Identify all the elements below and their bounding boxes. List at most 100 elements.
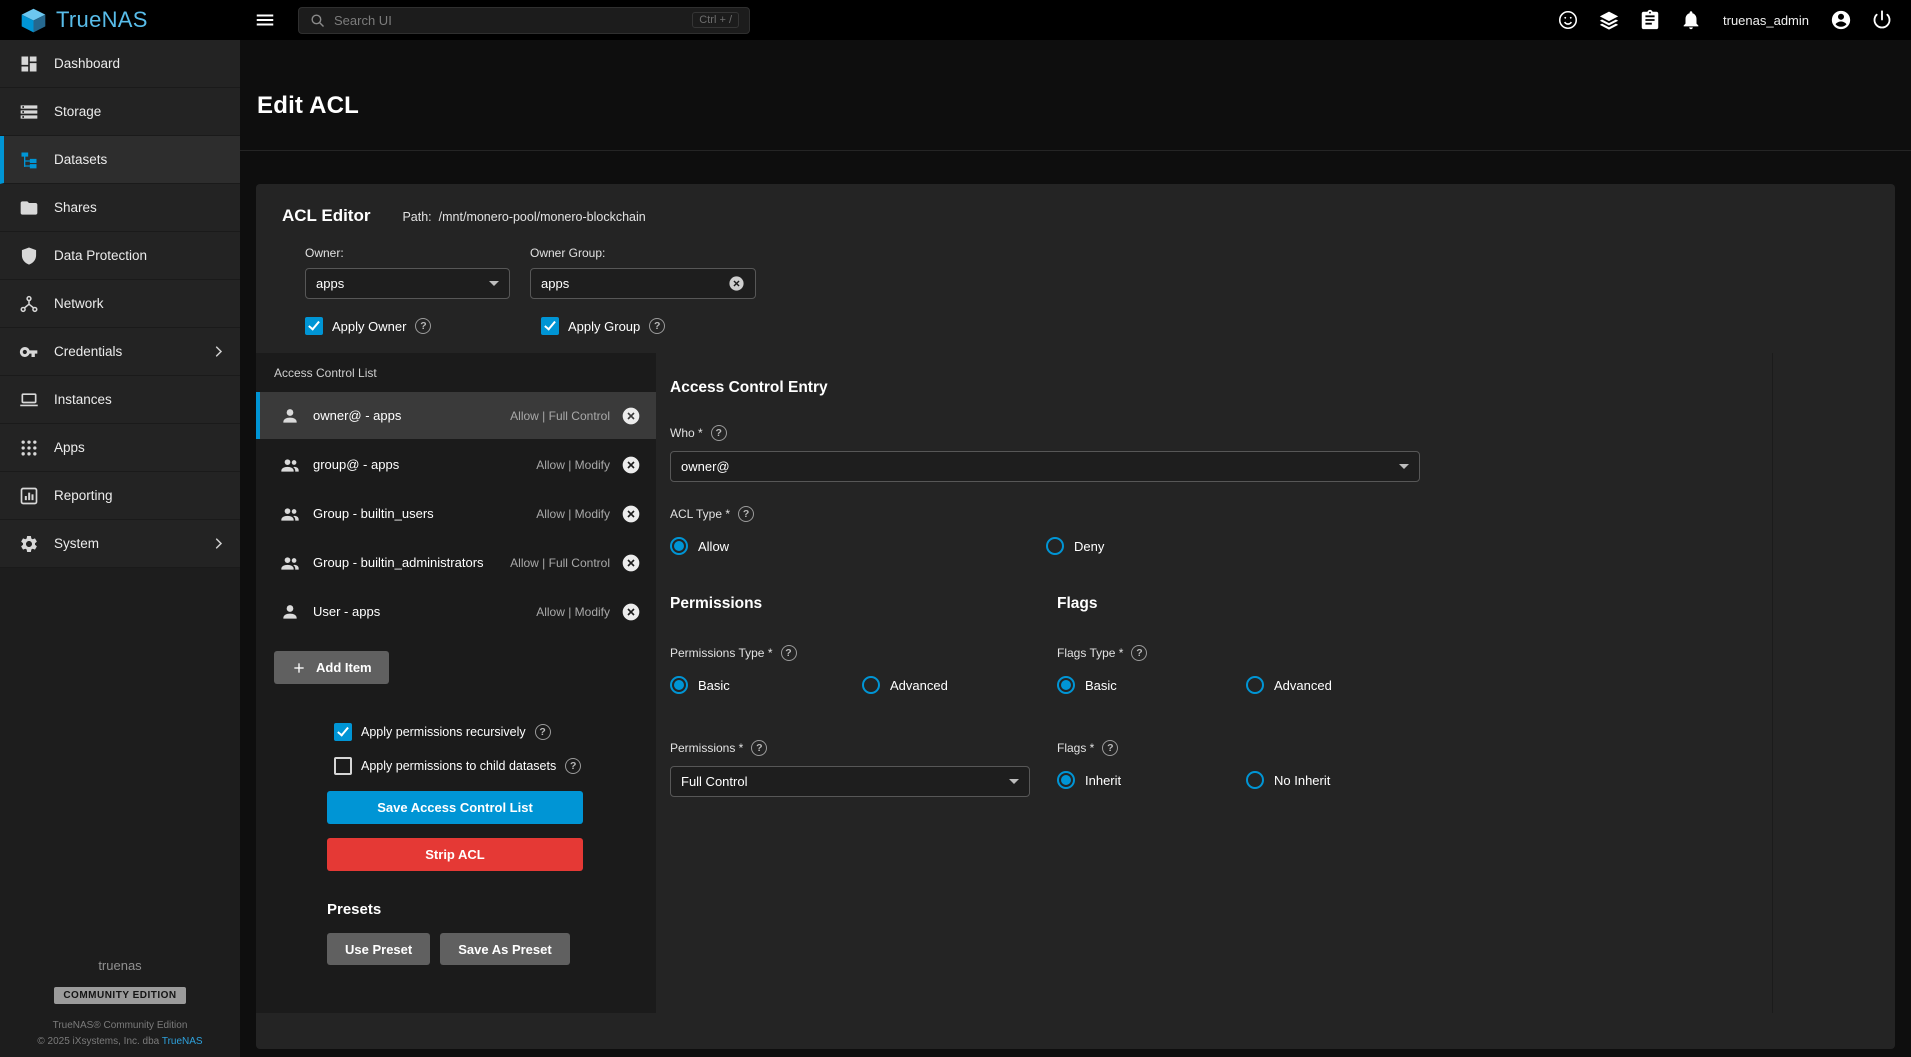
acl-entry-row[interactable]: Group - builtin_administrators Allow | F… bbox=[256, 539, 656, 586]
edition-text: TrueNAS® Community Edition bbox=[0, 1020, 240, 1031]
bell-icon bbox=[1680, 9, 1702, 31]
copyright: © 2025 iXsystems, Inc. dba TrueNAS bbox=[0, 1036, 240, 1047]
help-icon[interactable] bbox=[1102, 740, 1118, 756]
recursive-checkbox[interactable]: Apply permissions recursively bbox=[327, 723, 583, 741]
flags-type-label: Flags Type * bbox=[1057, 646, 1123, 660]
radio-permissions-advanced[interactable]: Advanced bbox=[862, 676, 948, 694]
sidebar-footer: truenas COMMUNITY EDITION TrueNAS® Commu… bbox=[0, 958, 240, 1047]
main-content: Edit ACL ACL Editor Path: /mnt/monero-po… bbox=[240, 40, 1911, 1057]
owner-group-value: apps bbox=[541, 276, 728, 291]
help-icon[interactable] bbox=[535, 724, 551, 740]
radio-flags-no-inherit[interactable]: No Inherit bbox=[1246, 771, 1330, 789]
acl-entry-row[interactable]: group@ - apps Allow | Modify bbox=[256, 441, 656, 488]
add-item-label: Add Item bbox=[316, 660, 372, 675]
sidebar-item-dashboard[interactable]: Dashboard bbox=[0, 40, 240, 88]
radio-flags-inherit[interactable]: Inherit bbox=[1057, 771, 1246, 789]
people-icon bbox=[280, 455, 300, 475]
clear-icon[interactable] bbox=[728, 275, 745, 292]
sidebar-item-reporting[interactable]: Reporting bbox=[0, 472, 240, 520]
owner-group-field: Owner Group: apps bbox=[530, 246, 756, 299]
topbar: TrueNAS Search UI Ctrl + / truenas_admin bbox=[0, 0, 1911, 40]
sidebar-item-credentials[interactable]: Credentials bbox=[0, 328, 240, 376]
radio-deny[interactable]: Deny bbox=[1046, 537, 1104, 555]
radio-allow[interactable]: Allow bbox=[670, 537, 1046, 555]
remove-entry-icon[interactable] bbox=[621, 602, 641, 622]
jobs-button[interactable] bbox=[1639, 9, 1661, 31]
acl-entry-permission: Allow | Modify bbox=[536, 458, 610, 472]
acl-entry-row[interactable]: Group - builtin_users Allow | Modify bbox=[256, 490, 656, 537]
sidebar-item-system[interactable]: System bbox=[0, 520, 240, 568]
apply-group-checkbox[interactable]: Apply Group bbox=[541, 317, 665, 335]
path-value: /mnt/monero-pool/monero-blockchain bbox=[439, 210, 646, 224]
owner-group-input[interactable]: apps bbox=[530, 268, 756, 299]
sidebar-item-datasets[interactable]: Datasets bbox=[0, 136, 240, 184]
help-icon[interactable] bbox=[565, 758, 581, 774]
acl-entry-row[interactable]: User - apps Allow | Modify bbox=[256, 588, 656, 635]
sidebar-item-network[interactable]: Network bbox=[0, 280, 240, 328]
use-preset-button[interactable]: Use Preset bbox=[327, 933, 430, 965]
sidebar-item-label: Instances bbox=[54, 392, 240, 407]
radio-flags-advanced[interactable]: Advanced bbox=[1246, 676, 1332, 694]
sidebar-item-instances[interactable]: Instances bbox=[0, 376, 240, 424]
acl-editor-body: Access Control List owner@ - apps Allow … bbox=[256, 353, 1895, 1049]
alerts-button[interactable] bbox=[1680, 9, 1702, 31]
sidebar-item-label: Shares bbox=[54, 200, 240, 215]
apply-owner-checkbox[interactable]: Apply Owner bbox=[305, 317, 541, 335]
search-input[interactable]: Search UI Ctrl + / bbox=[298, 7, 750, 34]
datasets-icon bbox=[19, 150, 39, 170]
person-icon bbox=[280, 406, 300, 426]
sidebar-item-shares[interactable]: Shares bbox=[0, 184, 240, 232]
permissions-select[interactable]: Full Control bbox=[670, 766, 1030, 797]
who-select[interactable]: owner@ bbox=[670, 451, 1420, 482]
sidebar-item-label: Storage bbox=[54, 104, 240, 119]
feedback-button[interactable] bbox=[1557, 9, 1579, 31]
acl-entry-permission: Allow | Full Control bbox=[510, 409, 610, 423]
help-icon[interactable] bbox=[415, 318, 431, 334]
people-icon bbox=[280, 504, 300, 524]
power-button[interactable] bbox=[1871, 9, 1893, 31]
sidebar-item-label: Dashboard bbox=[54, 56, 240, 71]
owner-select[interactable]: apps bbox=[305, 268, 510, 299]
acl-entry-who: Group - builtin_users bbox=[313, 506, 536, 521]
truecommand-button[interactable] bbox=[1598, 9, 1620, 31]
radio-permissions-basic[interactable]: Basic bbox=[670, 676, 862, 694]
network-icon bbox=[19, 294, 39, 314]
child-datasets-checkbox[interactable]: Apply permissions to child datasets bbox=[327, 757, 583, 775]
add-item-button[interactable]: Add Item bbox=[274, 651, 389, 684]
sidebar-item-label: Data Protection bbox=[54, 248, 240, 263]
acl-options: Apply permissions recursively Apply perm… bbox=[327, 723, 583, 965]
help-icon[interactable] bbox=[711, 425, 727, 441]
hostname: truenas bbox=[0, 958, 240, 973]
checkbox-icon bbox=[334, 723, 352, 741]
sidebar-item-storage[interactable]: Storage bbox=[0, 88, 240, 136]
radio-icon bbox=[862, 676, 880, 694]
radio-flags-basic[interactable]: Basic bbox=[1057, 676, 1246, 694]
strip-acl-button[interactable]: Strip ACL bbox=[327, 838, 583, 871]
acl-entry-who: owner@ - apps bbox=[313, 408, 510, 423]
truenas-logo[interactable]: TrueNAS bbox=[0, 7, 240, 34]
copyright-brand-link[interactable]: TrueNAS bbox=[162, 1036, 203, 1047]
sidebar-item-data-protection[interactable]: Data Protection bbox=[0, 232, 240, 280]
storage-icon bbox=[19, 102, 39, 122]
menu-toggle-button[interactable] bbox=[254, 9, 276, 31]
help-icon[interactable] bbox=[738, 506, 754, 522]
radio-icon bbox=[1046, 537, 1064, 555]
page-title: Edit ACL bbox=[257, 92, 1911, 120]
remove-entry-icon[interactable] bbox=[621, 553, 641, 573]
acl-entry-row[interactable]: owner@ - apps Allow | Full Control bbox=[256, 392, 656, 439]
help-icon[interactable] bbox=[649, 318, 665, 334]
remove-entry-icon[interactable] bbox=[621, 504, 641, 524]
account-button[interactable] bbox=[1830, 9, 1852, 31]
sidebar-item-apps[interactable]: Apps bbox=[0, 424, 240, 472]
chevron-right-icon bbox=[211, 536, 226, 551]
save-acl-button[interactable]: Save Access Control List bbox=[327, 791, 583, 824]
help-icon[interactable] bbox=[781, 645, 797, 661]
username: truenas_admin bbox=[1723, 13, 1809, 28]
help-icon[interactable] bbox=[751, 740, 767, 756]
truenas-app: TrueNAS Search UI Ctrl + / truenas_admin… bbox=[0, 0, 1911, 1057]
remove-entry-icon[interactable] bbox=[621, 455, 641, 475]
help-icon[interactable] bbox=[1131, 645, 1147, 661]
path-label: Path: bbox=[402, 210, 431, 224]
save-as-preset-button[interactable]: Save As Preset bbox=[440, 933, 569, 965]
remove-entry-icon[interactable] bbox=[621, 406, 641, 426]
